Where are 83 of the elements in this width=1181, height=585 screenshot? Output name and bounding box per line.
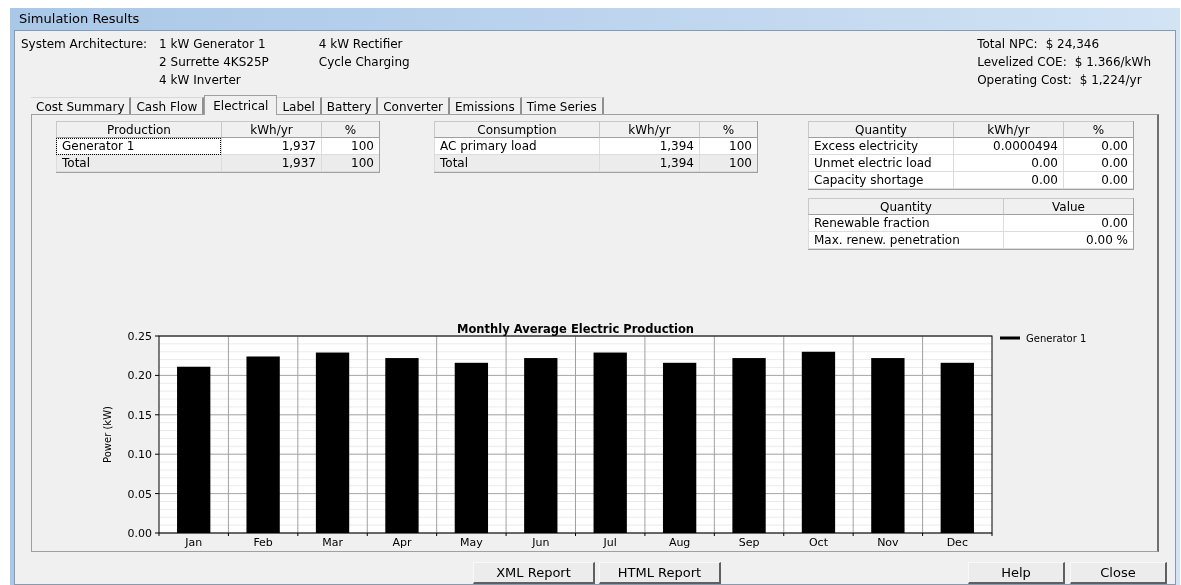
table-cell: Capacity shortage: [808, 172, 953, 189]
y-tick-label: 0.05: [127, 487, 152, 501]
column-header: kWh/yr: [221, 121, 321, 138]
tab[interactable]: Time Series: [521, 97, 604, 114]
table-cell: Generator 1: [56, 138, 221, 155]
table-cell: 1,937: [221, 155, 321, 172]
x-tick-label: Mar: [322, 536, 343, 549]
table-cell: Total: [56, 155, 221, 172]
table-cell: Max. renew. penetration: [808, 232, 1003, 249]
table-cell: AC primary load: [434, 138, 599, 155]
column-header: kWh/yr: [953, 121, 1063, 138]
column-header: %: [1063, 121, 1133, 138]
tab[interactable]: Cost Summary: [31, 97, 132, 114]
table-cell: 100: [699, 138, 757, 155]
summary-label: Operating Cost:: [977, 72, 1072, 89]
component-text: 4 kW Rectifier: [318, 36, 404, 53]
table-cell: 0.00: [1063, 138, 1133, 155]
dialog-button[interactable]: HTML Report: [599, 562, 721, 584]
component-text: 1 kW Generator 1: [159, 36, 267, 53]
table-cell: 0.00: [953, 172, 1063, 189]
column-header: Value: [1003, 198, 1133, 215]
column-header: Consumption: [434, 121, 599, 138]
summary-value: $ 1,224/yr: [1079, 72, 1142, 89]
table-cell: Total: [434, 155, 599, 172]
y-tick-label: 0.10: [127, 448, 152, 462]
x-tick-label: Nov: [877, 536, 899, 549]
y-axis-label: Power (kW): [102, 406, 113, 463]
component-text: 2 Surrette 4KS25P: [159, 54, 269, 71]
x-tick-label: Oct: [808, 536, 828, 549]
x-tick-label: May: [460, 536, 483, 549]
table-cell: 0.0000494: [953, 138, 1063, 155]
column-header: Production: [56, 121, 221, 138]
table-cell: 0.00 %: [1003, 232, 1133, 249]
tab[interactable]: Converter: [378, 97, 450, 114]
column-header: %: [321, 121, 379, 138]
summary-value: $ 24,346: [1045, 36, 1100, 53]
x-tick-label: Jan: [185, 536, 203, 549]
y-tick-label: 0.15: [127, 408, 152, 422]
table-cell: 100: [699, 155, 757, 172]
table-cell: 100: [321, 155, 379, 172]
architecture-label: System Architecture:: [21, 36, 148, 53]
chart-title: Monthly Average Electric Production: [457, 322, 694, 336]
table-cell: 0.00: [1063, 172, 1133, 189]
table-cell: Unmet electric load: [808, 155, 953, 172]
y-tick-label: 0.00: [127, 527, 152, 540]
column-header: %: [699, 121, 757, 138]
x-tick-label: Feb: [253, 536, 273, 549]
column-header: kWh/yr: [599, 121, 699, 138]
table-cell: Renewable fraction: [808, 215, 1003, 232]
tab[interactable]: Label: [277, 97, 322, 114]
legend-label: Generator 1: [1026, 333, 1087, 344]
table-cell: 100: [321, 138, 379, 155]
table-cell: 1,394: [599, 138, 699, 155]
dialog-button[interactable]: Help: [968, 562, 1065, 584]
summary-label: Levelized COE:: [977, 54, 1067, 71]
table-cell: Excess electricity: [808, 138, 953, 155]
summary-label: Total NPC:: [977, 36, 1038, 53]
y-tick-label: 0.25: [127, 330, 152, 343]
column-header: Quantity: [808, 198, 1003, 215]
table-cell: 0.00: [1063, 155, 1133, 172]
tab[interactable]: Electrical: [204, 95, 278, 115]
window-title: Simulation Results: [19, 10, 140, 29]
component-text: Cycle Charging: [318, 54, 410, 71]
table-cell: 0.00: [1003, 215, 1133, 232]
dialog-button[interactable]: Close: [1070, 562, 1167, 584]
tab[interactable]: Battery: [321, 97, 379, 114]
table-cell: 1,394: [599, 155, 699, 172]
tab[interactable]: Cash Flow: [131, 97, 205, 114]
legend-line: [1000, 336, 1020, 340]
column-header: Quantity: [808, 121, 953, 138]
component-text: 4 kW Inverter: [159, 72, 242, 89]
x-tick-label: Apr: [392, 536, 412, 549]
x-tick-label: Jun: [532, 536, 550, 549]
y-tick-label: 0.20: [127, 369, 152, 383]
x-tick-label: Dec: [946, 536, 968, 549]
x-tick-label: Sep: [738, 536, 760, 549]
table-cell: 0.00: [953, 155, 1063, 172]
summary-value: $ 1.366/kWh: [1074, 54, 1151, 71]
tab[interactable]: Emissions: [450, 97, 522, 114]
x-tick-label: Aug: [668, 536, 691, 549]
dialog-button[interactable]: XML Report: [473, 562, 595, 584]
table-cell: 1,937: [221, 138, 321, 155]
x-tick-label: Jul: [603, 536, 617, 549]
